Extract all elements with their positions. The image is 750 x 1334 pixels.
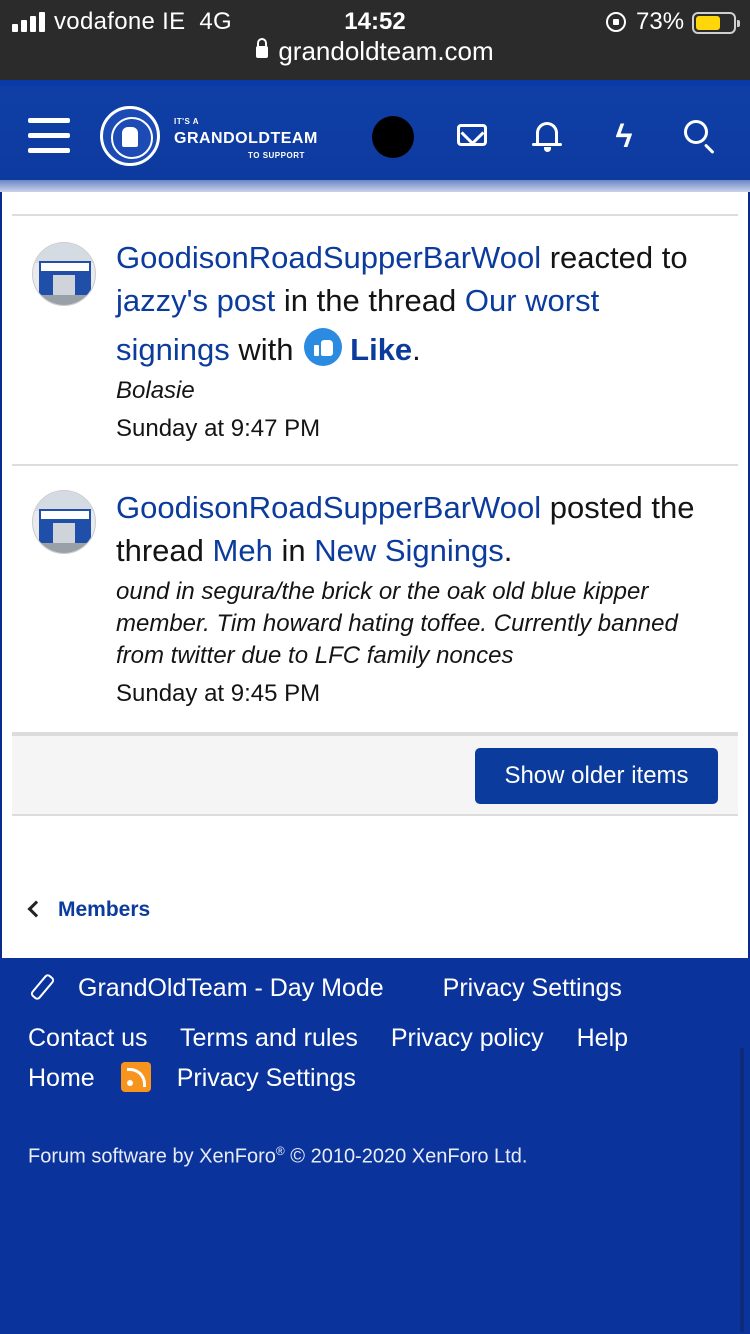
address-bar[interactable]: grandoldteam.com (0, 36, 750, 72)
privacy-settings-link[interactable]: Privacy Settings (443, 974, 622, 1002)
rss-icon[interactable] (120, 1062, 151, 1092)
forum-link[interactable]: New Signings (314, 533, 504, 568)
rotation-lock-icon (606, 12, 626, 32)
privacy-policy-link[interactable]: Privacy policy (391, 1024, 544, 1052)
url-text: grandoldteam.com (278, 36, 494, 66)
bell-icon[interactable] (530, 118, 566, 154)
avatar[interactable] (32, 242, 96, 306)
feed-item: GoodisonRoadSupperBarWool posted the thr… (12, 466, 738, 734)
timestamp[interactable]: Sunday at 9:45 PM (116, 678, 718, 710)
help-link[interactable]: Help (577, 1024, 628, 1052)
breadcrumb-members[interactable]: Members (58, 898, 150, 921)
battery-percent: 73% (636, 8, 685, 35)
feed-footer: Show older items (12, 734, 738, 816)
post-snippet: ound in segura/the brick or the oak old … (116, 578, 678, 669)
logo-main-text[interactable]: GRANDOLDTEAM (174, 130, 318, 148)
ios-status-bar: vodafone IE 4G 14:52 73% grandoldteam.co… (0, 0, 750, 80)
like-icon (304, 328, 343, 366)
mail-icon[interactable] (455, 118, 491, 154)
logo-bottom-text: TO SUPPORT (248, 151, 305, 160)
timestamp[interactable]: Sunday at 9:47 PM (116, 413, 718, 445)
user-link[interactable]: GoodisonRoadSupperBarWool (116, 240, 541, 275)
menu-icon[interactable] (28, 118, 70, 154)
post-snippet: Bolasie (116, 377, 195, 404)
paintbrush-icon (28, 975, 52, 999)
avatar[interactable] (32, 490, 96, 554)
style-chooser-link[interactable]: GrandOldTeam - Day Mode (28, 974, 410, 1002)
contact-us-link[interactable]: Contact us (28, 1024, 148, 1052)
logo-top-text: IT'S A (174, 117, 200, 126)
privacy-settings-link[interactable]: Privacy Settings (177, 1064, 356, 1092)
home-link[interactable]: Home (28, 1064, 95, 1092)
thread-link[interactable]: Meh (213, 533, 273, 568)
chevron-left-icon (27, 900, 45, 918)
scroll-indicator[interactable] (740, 1048, 744, 1332)
user-avatar[interactable] (372, 116, 414, 158)
reaction-label: Like (350, 332, 413, 367)
post-link[interactable]: jazzy's post (116, 283, 275, 318)
xenforo-link[interactable]: Forum software by XenForo (28, 1146, 276, 1168)
site-footer: GrandOldTeam - Day Mode Privacy Settings… (0, 958, 750, 1334)
show-older-items-button[interactable]: Show older items (475, 748, 718, 804)
bolt-icon[interactable]: ϟ (606, 118, 642, 154)
lock-icon (256, 38, 269, 58)
club-crest-logo[interactable] (100, 106, 160, 166)
feed-item: GoodisonRoadSupperBarWool reacted to jaz… (12, 216, 738, 466)
terms-link[interactable]: Terms and rules (180, 1024, 358, 1052)
breadcrumb[interactable]: Members (27, 898, 150, 922)
search-icon[interactable] (682, 118, 718, 155)
user-link[interactable]: GoodisonRoadSupperBarWool (116, 490, 541, 525)
battery-icon (692, 12, 740, 34)
copyright: Forum software by XenForo® © 2010-2020 X… (28, 1144, 528, 1168)
news-feed: GoodisonRoadSupperBarWool reacted to jaz… (12, 214, 738, 734)
